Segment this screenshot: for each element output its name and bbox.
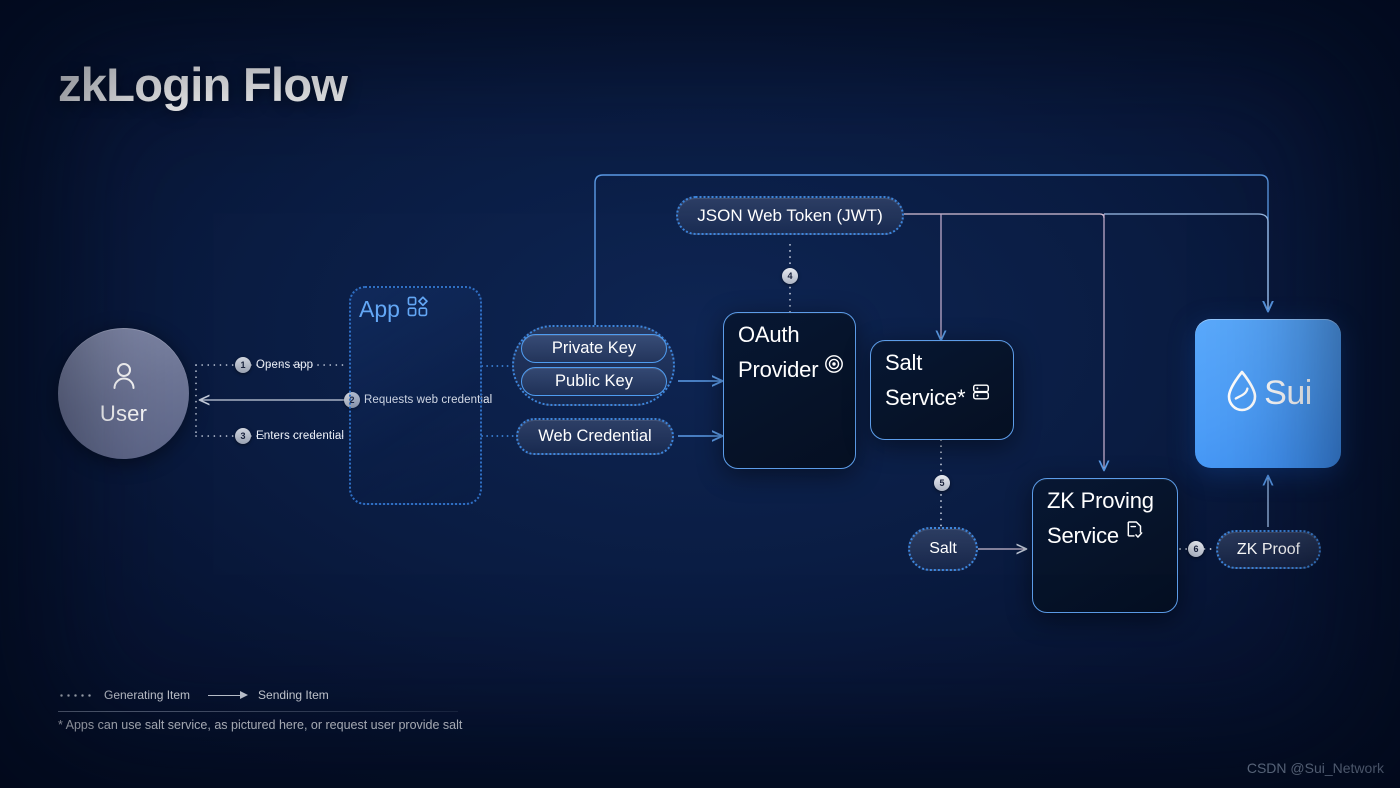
oauth-provider-title: OAuth Provider — [738, 322, 845, 382]
artifact-web-credential[interactable]: Web Credential — [516, 418, 674, 455]
document-check-icon — [1125, 520, 1144, 546]
legend-arrow-icon — [208, 690, 249, 700]
diagram-canvas: zkLogin Flow User 1 Opens app 2 Requests… — [0, 0, 1400, 788]
legend-dotted-line-icon — [58, 693, 94, 697]
watermark: CSDN @Sui_Network — [1246, 760, 1384, 776]
step-badge-3: 3 — [235, 428, 251, 444]
legend: Generating Item Sending Item — [58, 688, 329, 702]
zk-proving-service-title: ZK Proving Service — [1047, 488, 1167, 548]
user-label: User — [99, 400, 148, 426]
step-badge-5: 5 — [934, 475, 950, 491]
oauth-provider-line2: Provider — [738, 356, 819, 382]
step-label-3: Enters credential — [256, 430, 344, 442]
legend-divider — [58, 711, 458, 712]
legend-sending-label: Sending Item — [258, 688, 329, 702]
sui-droplet-icon — [1224, 369, 1260, 418]
legend-footnote: * Apps can use salt service, as pictured… — [58, 718, 463, 732]
wire-jwt-bus-right — [1104, 213, 1268, 311]
actor-zk-proving-service[interactable]: ZK Proving Service — [1032, 478, 1178, 613]
artifact-private-key[interactable]: Private Key — [521, 334, 667, 363]
actor-oauth-provider[interactable]: OAuth Provider — [723, 312, 856, 469]
artifact-zk-proof[interactable]: ZK Proof — [1216, 530, 1321, 569]
apps-grid-icon — [407, 296, 428, 323]
artifact-public-key[interactable]: Public Key — [521, 367, 667, 396]
salt-service-line2: Service* — [885, 384, 966, 410]
actor-salt-service[interactable]: Salt Service* — [870, 340, 1014, 440]
artifact-salt[interactable]: Salt — [908, 527, 978, 571]
actor-user[interactable]: User — [58, 328, 189, 459]
zk-proving-service-line1: ZK Proving — [1047, 488, 1154, 513]
user-icon — [110, 361, 138, 396]
legend-generating-label: Generating Item — [104, 688, 191, 702]
oauth-provider-line1: OAuth — [738, 322, 800, 347]
connector-layer — [195, 174, 1400, 788]
zk-proving-service-line2: Service — [1047, 522, 1119, 548]
artifact-jwt[interactable]: JSON Web Token (JWT) — [676, 196, 904, 235]
app-label-group: App — [359, 296, 428, 323]
step-badge-1: 1 — [235, 357, 251, 373]
salt-service-title: Salt Service* — [885, 350, 1003, 410]
actor-sui[interactable]: Sui — [1195, 319, 1341, 468]
fingerprint-icon — [824, 354, 844, 380]
sui-label: Sui — [1264, 374, 1312, 412]
app-label: App — [359, 296, 400, 322]
step-label-1: Opens app — [256, 359, 314, 371]
wire-jwt-bus — [904, 213, 1105, 219]
page-title: zkLogin Flow — [58, 58, 348, 111]
step-badge-4: 4 — [782, 268, 798, 284]
server-icon — [971, 382, 991, 408]
salt-service-line1: Salt — [885, 350, 923, 375]
step-badge-6: 6 — [1188, 541, 1204, 557]
vignette-overlay — [0, 0, 1400, 788]
